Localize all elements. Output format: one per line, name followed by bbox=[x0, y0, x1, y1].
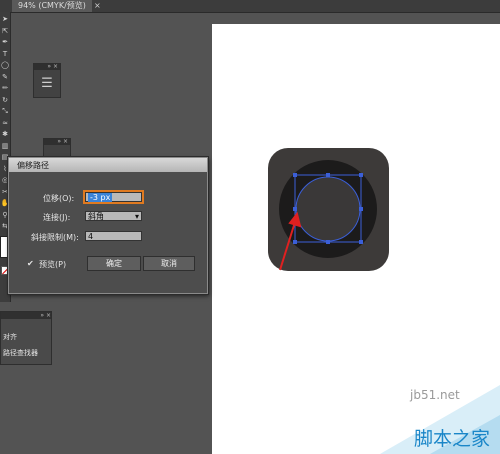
align-pathfinder-panel: » × 对齐 路径查找器 bbox=[0, 311, 52, 365]
offset-path-dialog: 偏移路径 位移(O): -3 px 连接(J): 斜角 ▾ 斜接限制(M): 4… bbox=[8, 157, 208, 294]
panel-header[interactable]: » × bbox=[1, 312, 51, 319]
offset-value: -3 px bbox=[88, 193, 113, 202]
pathfinder-tab[interactable]: 路径查找器 bbox=[3, 348, 38, 358]
preview-label: 预览(P) bbox=[39, 260, 67, 269]
watermark-site: jb51.net bbox=[410, 388, 460, 402]
ok-button[interactable]: 确定 bbox=[87, 256, 141, 271]
miter-limit-label: 斜接限制(M): bbox=[31, 233, 79, 242]
miter-limit-input[interactable]: 4 bbox=[85, 231, 142, 241]
join-label: 连接(J): bbox=[43, 213, 71, 222]
preview-checkbox[interactable]: ✔ bbox=[27, 259, 37, 269]
join-select[interactable]: 斜角 ▾ bbox=[85, 211, 142, 221]
dialog-title: 偏移路径 bbox=[17, 161, 49, 170]
cancel-button[interactable]: 取消 bbox=[143, 256, 195, 271]
offset-input[interactable]: -3 px bbox=[83, 190, 144, 204]
watermark-brand: 脚本之家 bbox=[414, 428, 491, 450]
join-value: 斜角 bbox=[88, 212, 104, 221]
align-tab[interactable]: 对齐 bbox=[3, 332, 17, 342]
chevron-down-icon[interactable]: ▾ bbox=[135, 212, 139, 222]
offset-label: 位移(O): bbox=[43, 194, 75, 203]
icon-inner-circle bbox=[295, 176, 361, 242]
